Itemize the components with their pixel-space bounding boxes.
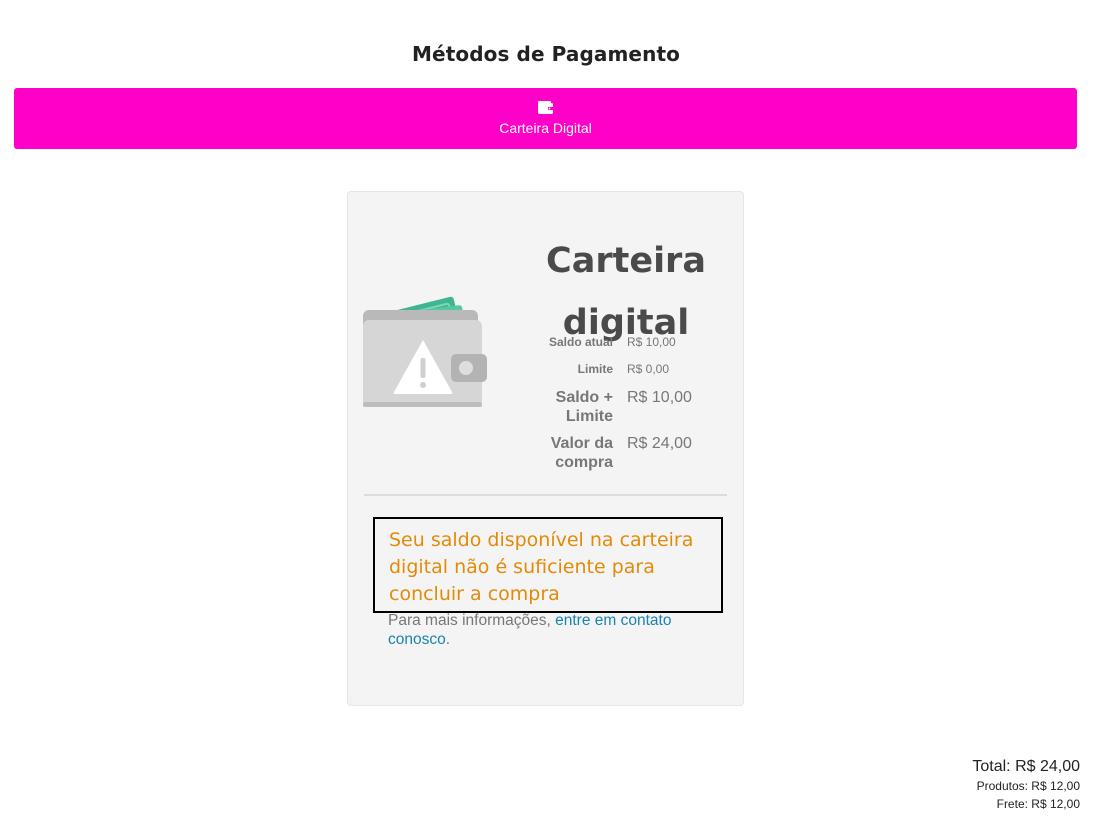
balance-row-saldo-limite: Saldo + Limite R$ 10,00 bbox=[538, 388, 728, 426]
insufficient-balance-warning: Seu saldo disponível na carteira digital… bbox=[373, 517, 723, 613]
balance-value: R$ 24,00 bbox=[627, 435, 692, 452]
balance-row-saldo-atual: Saldo atual R$ 10,00 bbox=[538, 334, 728, 361]
tab-carteira-digital[interactable]: Carteira Digital bbox=[14, 88, 1077, 149]
balance-label: Saldo atual bbox=[548, 335, 613, 349]
balance-label: Limite bbox=[577, 362, 613, 376]
wallet-warning-icon bbox=[363, 296, 487, 407]
wallet-card: Carteira digital Saldo atual R$ 10,00 Li… bbox=[347, 191, 744, 706]
balance-value: R$ 10,00 bbox=[627, 335, 676, 349]
products-amount: Produtos: R$ 12,00 bbox=[976, 779, 1080, 793]
balance-value: R$ 0,00 bbox=[627, 362, 670, 376]
divider bbox=[364, 494, 727, 496]
payment-page: Métodos de Pagamento Carteira Digital Ca… bbox=[0, 0, 1098, 837]
balance-label: Saldo + Limite bbox=[555, 389, 613, 425]
shipping-amount: Frete: R$ 12,00 bbox=[996, 797, 1080, 811]
tab-label: Carteira Digital bbox=[499, 120, 592, 136]
info-prefix: Para mais informações, bbox=[388, 612, 556, 629]
order-totals: Total: R$ 24,00 Produtos: R$ 12,00 Frete… bbox=[972, 756, 1080, 813]
total-amount: Total: R$ 24,00 bbox=[972, 758, 1080, 775]
info-suffix: . bbox=[445, 631, 451, 648]
info-text: Para mais informações, entre em contato … bbox=[388, 611, 708, 649]
wallet-icon bbox=[538, 101, 553, 114]
balance-value: R$ 10,00 bbox=[627, 389, 692, 406]
balance-row-limite: Limite R$ 0,00 bbox=[538, 361, 728, 388]
page-title: Métodos de Pagamento bbox=[412, 42, 680, 66]
balance-label: Valor da compra bbox=[550, 435, 613, 471]
balance-table: Saldo atual R$ 10,00 Limite R$ 0,00 Sald… bbox=[538, 334, 728, 480]
balance-row-valor-compra: Valor da compra R$ 24,00 bbox=[538, 434, 728, 472]
